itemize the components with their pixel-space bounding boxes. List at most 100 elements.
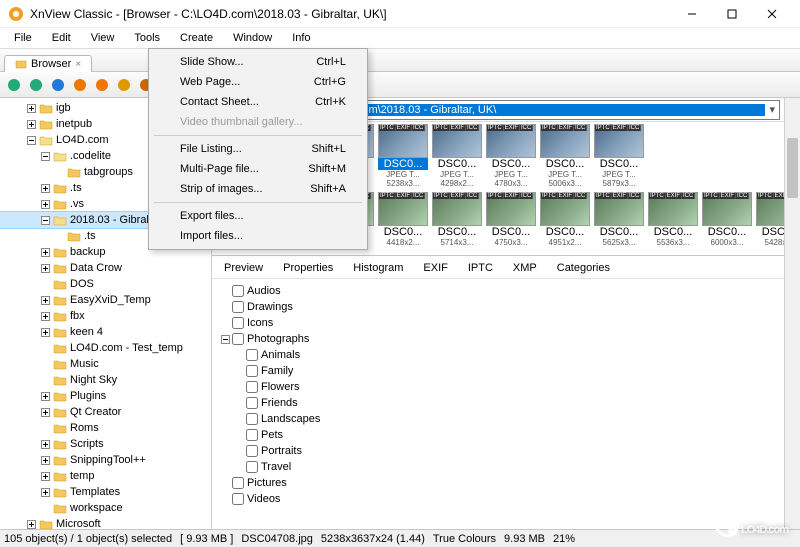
tree-item[interactable]: SnippingTool++ [0,452,211,468]
category-row[interactable]: Friends [220,395,776,411]
category-checkbox[interactable] [232,333,244,345]
tree-item[interactable]: Plugins [0,388,211,404]
tree-item[interactable]: LO4D.com - Test_temp [0,340,211,356]
category-row[interactable]: Family [220,363,776,379]
forward-button[interactable] [26,75,46,95]
thumbnail-item[interactable]: IPTCEXIFICCDSC0...JPEG T...4298x2... [432,124,482,188]
minimize-button[interactable] [672,2,712,26]
expand-icon[interactable] [40,471,51,482]
collapse-icon[interactable] [220,335,231,344]
category-checkbox[interactable] [232,493,244,505]
thumbnail-item[interactable]: IPTCEXIFICCDSC0...4951x2... [540,192,590,247]
collapse-icon[interactable] [40,151,51,162]
category-checkbox[interactable] [246,445,258,457]
detail-tab-exif[interactable]: EXIF [419,260,451,276]
expand-icon[interactable] [40,247,51,258]
category-row[interactable]: Pictures [220,475,776,491]
tree-item[interactable]: fbx [0,308,211,324]
thumbnail-item[interactable]: IPTCEXIFICCDSC0...JPEG T...4780x3... [486,124,536,188]
collapse-icon[interactable] [40,215,51,226]
menu-item[interactable]: Contact Sheet...Ctrl+K [152,92,364,112]
home-button[interactable] [70,75,90,95]
menu-tools[interactable]: Tools [124,30,170,46]
create-menu[interactable]: Slide Show...Ctrl+LWeb Page...Ctrl+GCont… [148,48,368,250]
scrollbar-thumb[interactable] [787,138,798,198]
expand-icon[interactable] [40,311,51,322]
category-row[interactable]: Animals [220,347,776,363]
menu-view[interactable]: View [81,30,125,46]
category-checkbox[interactable] [232,301,244,313]
detail-tab-categories[interactable]: Categories [553,260,614,276]
expand-icon[interactable] [26,103,37,114]
tree-item[interactable]: EasyXviD_Temp [0,292,211,308]
menu-create[interactable]: Create [170,30,223,46]
expand-icon[interactable] [26,119,37,130]
expand-icon[interactable] [26,519,37,530]
thumbnail-item[interactable]: IPTCEXIFICCDSC0...4418x2... [378,192,428,247]
vertical-scrollbar[interactable] [784,98,800,529]
close-button[interactable] [752,2,792,26]
menu-item[interactable]: Import files... [152,226,364,246]
thumbnail-item[interactable]: IPTCEXIFICCDSC0...5536x3... [648,192,698,247]
category-row[interactable]: Audios [220,283,776,299]
category-checkbox[interactable] [232,285,244,297]
category-checkbox[interactable] [246,413,258,425]
tree-item[interactable]: keen 4 [0,324,211,340]
tree-item[interactable]: Microsoft [0,516,211,529]
tree-item[interactable]: Scripts [0,436,211,452]
expand-icon[interactable] [40,263,51,274]
category-row[interactable]: Travel [220,459,776,475]
menu-edit[interactable]: Edit [42,30,81,46]
thumbnail-item[interactable]: IPTCEXIFICCDSC0...6000x3... [702,192,752,247]
menu-info[interactable]: Info [282,30,320,46]
open-button[interactable] [114,75,134,95]
menu-window[interactable]: Window [223,30,282,46]
tree-item[interactable]: workspace [0,500,211,516]
menu-file[interactable]: File [4,30,42,46]
category-checkbox[interactable] [246,397,258,409]
chevron-down-icon[interactable]: ▾ [769,103,775,116]
category-checkbox[interactable] [246,365,258,377]
menu-item[interactable]: File Listing...Shift+L [152,139,364,159]
category-row[interactable]: Drawings [220,299,776,315]
categories-list[interactable]: AudiosDrawingsIconsPhotographsAnimalsFam… [212,279,784,529]
category-row[interactable]: Icons [220,315,776,331]
thumbnail-item[interactable]: IPTCEXIFICCDSC0...JPEG T...5238x3... [378,124,428,188]
menu-item[interactable]: Strip of images...Shift+A [152,179,364,199]
tree-item[interactable]: Data Crow [0,260,211,276]
category-checkbox[interactable] [246,429,258,441]
category-checkbox[interactable] [246,381,258,393]
tree-item[interactable]: Music [0,356,211,372]
tree-item[interactable]: Qt Creator [0,404,211,420]
category-row[interactable]: Pets [220,427,776,443]
category-row[interactable]: Portraits [220,443,776,459]
menu-item[interactable]: Export files... [152,206,364,226]
tree-item[interactable]: Roms [0,420,211,436]
tree-item[interactable]: DOS [0,276,211,292]
expand-icon[interactable] [40,439,51,450]
expand-icon[interactable] [40,295,51,306]
category-checkbox[interactable] [246,349,258,361]
thumbnail-item[interactable]: IPTCEXIFICCDSC0...JPEG T...5879x3... [594,124,644,188]
thumbnail-item[interactable]: IPTCEXIFICCDSC0...5714x3... [432,192,482,247]
tab-close-icon[interactable]: × [75,59,81,70]
tree-item[interactable]: temp [0,468,211,484]
expand-icon[interactable] [40,407,51,418]
expand-icon[interactable] [40,487,51,498]
tree-item[interactable]: Templates [0,484,211,500]
detail-tab-xmp[interactable]: XMP [509,260,541,276]
thumbnail-item[interactable]: IPTCEXIFICCDSC0...5625x3... [594,192,644,247]
favorite-button[interactable] [92,75,112,95]
thumbnail-item[interactable]: IPTCEXIFICCDSC0...JPEG T...5006x3... [540,124,590,188]
thumbnail-item[interactable]: IPTCEXIFICCDSC0...4750x3... [486,192,536,247]
category-row[interactable]: Photographs [220,331,776,347]
menu-item[interactable]: Web Page...Ctrl+G [152,72,364,92]
tree-item[interactable]: Night Sky [0,372,211,388]
refresh-button[interactable] [48,75,68,95]
maximize-button[interactable] [712,2,752,26]
back-button[interactable] [4,75,24,95]
expand-icon[interactable] [40,455,51,466]
expand-icon[interactable] [40,391,51,402]
detail-tab-iptc[interactable]: IPTC [464,260,497,276]
detail-tab-properties[interactable]: Properties [279,260,337,276]
